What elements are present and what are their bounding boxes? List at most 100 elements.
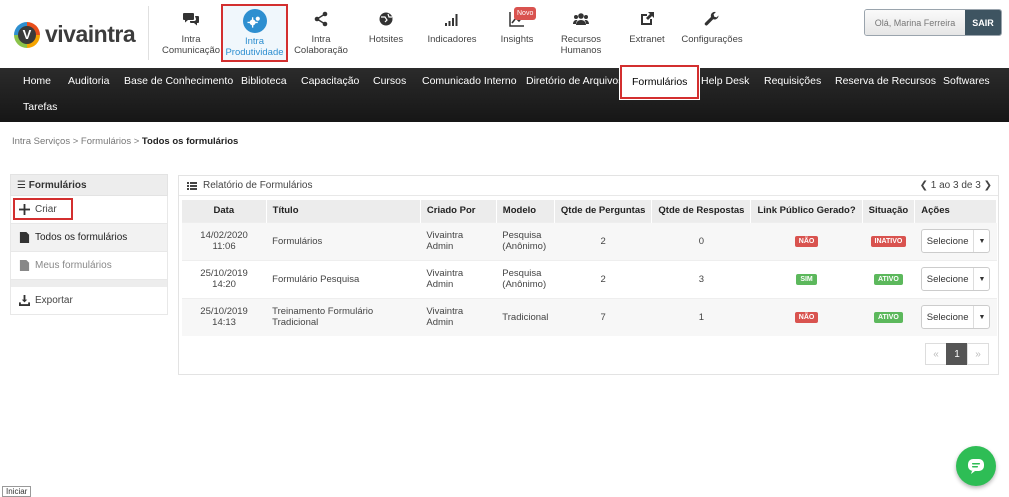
nav-base-de-conhecimento[interactable]: Base de Conhecimento bbox=[124, 68, 233, 94]
status-badge: INATIVO bbox=[870, 236, 907, 247]
cell-title: Treinamento Formulário Tradicional bbox=[266, 297, 421, 336]
nav-requisicoes[interactable]: Requisições bbox=[764, 68, 821, 94]
caret-down-icon: ▼ bbox=[973, 306, 989, 329]
download-icon bbox=[19, 295, 30, 306]
nav-comunicado-interno[interactable]: Comunicado Interno bbox=[422, 68, 517, 94]
cell-author: Vivaintra Admin bbox=[420, 221, 497, 260]
cell-answers: 3 bbox=[651, 259, 751, 298]
chat-bubbles-icon bbox=[160, 4, 222, 34]
table-header-row: Data Título Criado Por Modelo Qtde de Pe… bbox=[182, 200, 997, 222]
breadcrumb: Intra Serviços > Formulários > Todos os … bbox=[12, 136, 239, 147]
cell-answers: 1 bbox=[651, 297, 751, 336]
nav-diretorio-de-arquivos[interactable]: Diretório de Arquivos bbox=[526, 68, 623, 94]
col-qtde-perguntas[interactable]: Qtde de Perguntas bbox=[554, 200, 653, 222]
top-pager: ❮ 1 ao 3 de 3 ❯ bbox=[920, 180, 992, 191]
signal-bars-icon bbox=[420, 4, 484, 34]
external-link-icon bbox=[622, 4, 672, 34]
breadcrumb-formularios[interactable]: Formulários bbox=[81, 136, 131, 147]
nav-home[interactable]: Home bbox=[23, 68, 51, 94]
user-greeting[interactable]: Olá, Marina Ferreira bbox=[865, 10, 965, 35]
create-highlight bbox=[13, 198, 73, 220]
nav-biblioteca[interactable]: Biblioteca bbox=[241, 68, 287, 94]
table-row[interactable]: 25/10/2019 14:13 Treinamento Formulário … bbox=[182, 297, 997, 336]
cell-questions: 2 bbox=[554, 221, 652, 260]
nav-tarefas[interactable]: Tarefas bbox=[23, 94, 57, 120]
logo-mark-icon: V bbox=[14, 21, 40, 48]
list-icon bbox=[187, 181, 197, 190]
nav-reserva-de-recursos[interactable]: Reserva de Recursos bbox=[835, 68, 936, 94]
create-button[interactable]: Criar bbox=[10, 196, 168, 224]
users-icon bbox=[550, 4, 612, 34]
nav-softwares[interactable]: Softwares bbox=[943, 68, 990, 94]
col-situacao[interactable]: Situação bbox=[862, 200, 916, 222]
app-intra-comunicacao[interactable]: Intra Comunicação bbox=[160, 4, 222, 62]
app-recursos-humanos[interactable]: Recursos Humanos bbox=[550, 4, 612, 62]
globe-icon bbox=[360, 4, 412, 34]
nav-formularios[interactable]: Formulários bbox=[620, 65, 700, 99]
col-link-publico[interactable]: Link Público Gerado? bbox=[750, 200, 863, 222]
cell-questions: 2 bbox=[554, 259, 652, 298]
sidebar-item-my-forms[interactable]: Meus formulários bbox=[10, 252, 168, 280]
caret-down-icon: ▼ bbox=[973, 268, 989, 290]
col-acoes: Ações bbox=[914, 200, 997, 222]
cell-date: 25/10/2019 14:20 bbox=[182, 259, 267, 298]
chat-widget-button[interactable] bbox=[956, 446, 996, 486]
cell-questions: 7 bbox=[554, 297, 652, 336]
logout-button[interactable]: SAIR bbox=[965, 10, 1001, 35]
breadcrumb-current: Todos os formulários bbox=[141, 136, 239, 147]
menu-icon: ☰ bbox=[17, 180, 26, 191]
nav-cursos[interactable]: Cursos bbox=[373, 68, 406, 94]
sidebar: ☰ Formulários Criar Todos os formulários… bbox=[10, 174, 168, 315]
cell-title: Formulários bbox=[266, 221, 421, 260]
app-intra-produtividade[interactable]: Intra Produtividade bbox=[221, 4, 288, 62]
col-data[interactable]: Data bbox=[182, 200, 267, 222]
pagination: « 1 » bbox=[925, 343, 989, 365]
pager-range: 1 ao 3 de 3 bbox=[930, 180, 981, 191]
app-configuracoes[interactable]: Configurações bbox=[680, 4, 744, 62]
pagination-next[interactable]: » bbox=[967, 343, 989, 365]
actions-select[interactable]: Selecione ▼ bbox=[920, 305, 991, 330]
cell-date: 25/10/2019 14:13 bbox=[182, 297, 267, 336]
table-row[interactable]: 25/10/2019 14:20 Formulário Pesquisa Viv… bbox=[182, 259, 997, 298]
table-row[interactable]: 14/02/2020 11:06 Formulários Vivaintra A… bbox=[182, 221, 997, 260]
novo-badge: Novo bbox=[514, 7, 537, 20]
user-box: Olá, Marina Ferreira SAIR bbox=[864, 9, 1002, 36]
taskbar-start-button[interactable]: Iniciar bbox=[2, 486, 32, 497]
pager-next-icon[interactable]: ❯ bbox=[984, 180, 992, 191]
actions-select[interactable]: Selecione ▼ bbox=[920, 229, 991, 253]
cell-answers: 0 bbox=[651, 221, 751, 260]
file-icon bbox=[19, 260, 30, 271]
col-qtde-respostas[interactable]: Qtde de Respostas bbox=[651, 200, 752, 222]
pagination-page-1[interactable]: 1 bbox=[946, 343, 968, 365]
pagination-prev[interactable]: « bbox=[925, 343, 947, 365]
nav-capacitacao[interactable]: Capacitação bbox=[301, 68, 359, 94]
breadcrumb-intra-servicos[interactable]: Intra Serviços bbox=[12, 136, 70, 147]
cell-date: 14/02/2020 11:06 bbox=[182, 221, 267, 260]
cell-author: Vivaintra Admin bbox=[420, 259, 497, 298]
app-extranet[interactable]: Extranet bbox=[622, 4, 672, 62]
main-nav: Home Auditoria Base de Conhecimento Bibl… bbox=[0, 65, 1009, 122]
chat-icon bbox=[968, 459, 984, 474]
nav-auditoria[interactable]: Auditoria bbox=[68, 68, 109, 94]
share-icon bbox=[290, 4, 352, 34]
sidebar-item-all-forms[interactable]: Todos os formulários bbox=[10, 224, 168, 252]
public-link-badge: SIM bbox=[796, 274, 817, 285]
cell-title: Formulário Pesquisa bbox=[266, 259, 421, 298]
wrench-icon bbox=[680, 4, 744, 34]
sidebar-title: ☰ Formulários bbox=[10, 174, 168, 196]
app-insights[interactable]: Novo Insights bbox=[492, 4, 542, 62]
report-header: Relatório de Formulários bbox=[179, 176, 998, 196]
pager-prev-icon[interactable]: ❮ bbox=[920, 180, 928, 191]
col-titulo[interactable]: Título bbox=[266, 200, 421, 222]
actions-select[interactable]: Selecione ▼ bbox=[920, 267, 991, 291]
gears-icon bbox=[242, 9, 267, 33]
app-indicadores[interactable]: Indicadores bbox=[420, 4, 484, 62]
app-hotsites[interactable]: Hotsites bbox=[360, 4, 412, 62]
col-criado-por[interactable]: Criado Por bbox=[420, 200, 497, 222]
nav-help-desk[interactable]: Help Desk bbox=[701, 68, 749, 94]
vivaintra-logo[interactable]: V vivaintra bbox=[14, 21, 136, 48]
app-intra-colaboracao[interactable]: Intra Colaboração bbox=[290, 4, 352, 62]
export-button[interactable]: Exportar bbox=[10, 287, 168, 315]
cell-model: Pesquisa (Anônimo) bbox=[496, 259, 555, 298]
col-modelo[interactable]: Modelo bbox=[496, 200, 555, 222]
